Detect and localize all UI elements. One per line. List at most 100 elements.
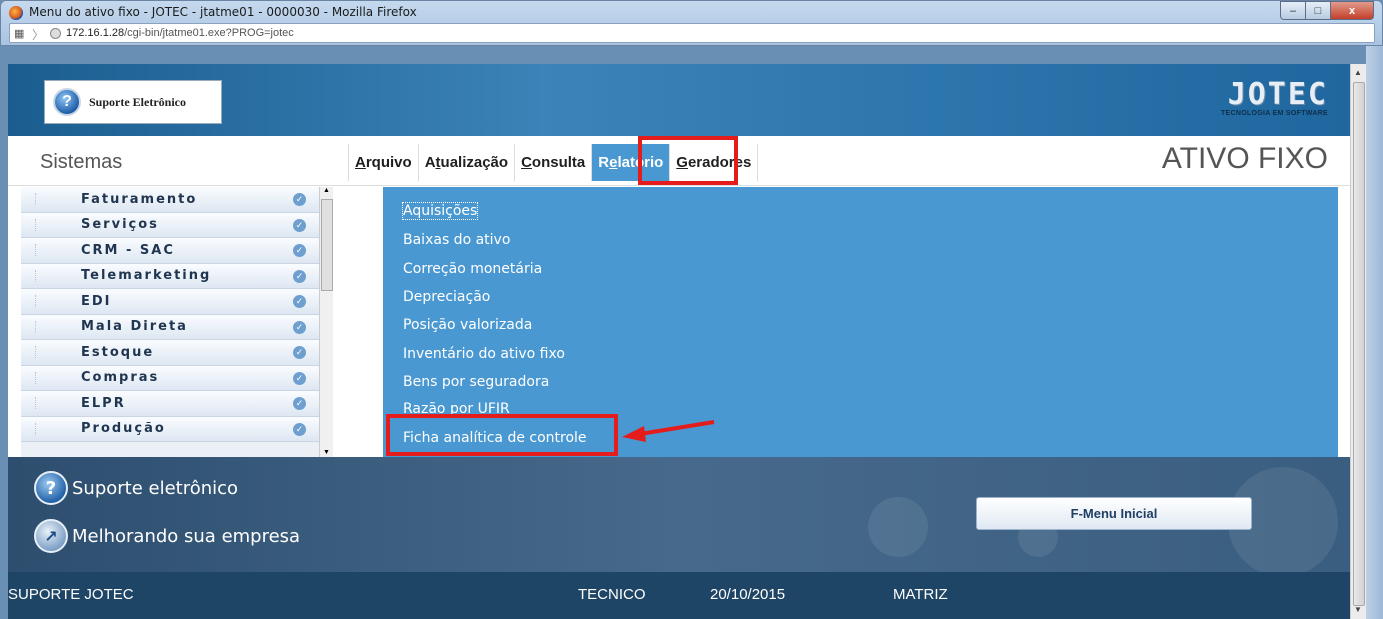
banner-support-line: ? Suporte eletrônico bbox=[34, 471, 238, 505]
page-scrollbar[interactable]: ▲ ▼ bbox=[1350, 64, 1366, 619]
relatorio-highlight-box bbox=[638, 136, 738, 185]
support-button[interactable]: ? Suporte Eletrônico bbox=[44, 80, 222, 124]
system-name: Mala Direta bbox=[81, 319, 188, 335]
check-icon: ✓ bbox=[293, 244, 306, 257]
menu-atualizacao[interactable]: At ualização bbox=[419, 144, 516, 181]
firefox-icon bbox=[9, 6, 23, 20]
check-icon: ✓ bbox=[293, 269, 306, 283]
globe-icon bbox=[50, 28, 61, 39]
systems-scrollbar[interactable]: ▲ ▼ bbox=[319, 187, 333, 457]
menu-option-correcao[interactable]: Correção monetária bbox=[403, 261, 542, 277]
menu-arquivo[interactable]: Arquivo bbox=[348, 144, 419, 181]
check-icon: ✓ bbox=[293, 320, 306, 334]
system-name: ELPR bbox=[81, 395, 126, 411]
systems-list: Faturamento ✓ Serviços ✓ CRM - SAC ✓ Telema… bbox=[21, 187, 321, 457]
system-item-mala-direta[interactable]: Mala Direta ✓ bbox=[21, 314, 321, 340]
menu-option-baixas[interactable]: Baixas do ativo bbox=[403, 232, 510, 248]
red-arrow-icon bbox=[622, 420, 715, 442]
menu-option-bens[interactable]: Bens por seguradora bbox=[403, 374, 549, 390]
menu-arquivo-post: rquivo bbox=[365, 154, 412, 171]
menu-consulta-accel: C bbox=[521, 154, 532, 171]
scroll-thumb[interactable] bbox=[1353, 82, 1365, 606]
check-icon: ✓ bbox=[293, 193, 306, 206]
system-item-edi[interactable]: EDI ✓ bbox=[21, 289, 321, 315]
scroll-up-icon[interactable]: ▲ bbox=[1354, 68, 1362, 77]
status-user: TECNICO bbox=[578, 586, 646, 603]
menu-atualizacao-post: ualização bbox=[440, 154, 509, 171]
grip-icon bbox=[35, 193, 37, 205]
menu-relatorio-pre: R bbox=[598, 154, 610, 171]
check-icon: ✓ bbox=[293, 371, 306, 385]
menu-atualizacao-pre: A bbox=[424, 154, 436, 171]
page-viewport: ? Suporte Eletrônico JOTEC TECNOLOGIA EM… bbox=[8, 64, 1350, 619]
grid-icon[interactable]: ▦ bbox=[14, 27, 24, 40]
system-item-compras[interactable]: Compras ✓ bbox=[21, 365, 321, 391]
grip-icon bbox=[35, 218, 37, 231]
minimize-button[interactable]: – bbox=[1280, 1, 1306, 20]
jotec-logo: JOTEC TECNOLOGIA EM SOFTWARE bbox=[1176, 80, 1328, 124]
grip-icon bbox=[35, 295, 37, 307]
system-item-producao[interactable]: Produção ✓ bbox=[21, 416, 321, 442]
banner-improve-text: Melhorando sua empresa bbox=[72, 525, 301, 547]
help-icon: ? bbox=[34, 471, 68, 505]
menu-relatorio-accel: e bbox=[609, 154, 618, 171]
system-name: EDI bbox=[81, 293, 112, 309]
status-date: 20/10/2015 bbox=[710, 586, 786, 603]
ficha-highlight-box bbox=[386, 414, 618, 456]
menu-arquivo-accel: A bbox=[355, 154, 366, 171]
header-band: ? Suporte Eletrônico JOTEC TECNOLOGIA EM… bbox=[8, 64, 1350, 136]
check-icon: ✓ bbox=[293, 218, 306, 232]
close-button[interactable]: x bbox=[1330, 1, 1374, 20]
scroll-down-icon[interactable]: ▼ bbox=[323, 449, 330, 456]
grip-icon bbox=[35, 320, 37, 333]
grip-icon bbox=[35, 244, 37, 256]
grip-icon bbox=[35, 371, 37, 384]
system-name: CRM - SAC bbox=[81, 242, 175, 258]
status-branch: MATRIZ bbox=[893, 586, 948, 603]
system-name: Compras bbox=[81, 370, 160, 386]
system-item-elpr[interactable]: ELPR ✓ bbox=[21, 391, 321, 417]
bottom-banner: ? Suporte eletrônico ↗ Melhorando sua em… bbox=[8, 457, 1350, 572]
maximize-button[interactable]: □ bbox=[1305, 1, 1331, 20]
scroll-up-icon[interactable]: ▲ bbox=[323, 187, 330, 194]
banner-improve-line: ↗ Melhorando sua empresa bbox=[34, 519, 300, 553]
system-item-telemarketing[interactable]: Telemarketing ✓ bbox=[21, 263, 321, 289]
system-name: Telemarketing bbox=[81, 268, 212, 284]
status-bar: SUPORTE JOTEC TECNICO 20/10/2015 MATRIZ bbox=[8, 572, 1350, 619]
menu-option-depreciacao[interactable]: Depreciação bbox=[403, 289, 490, 305]
menu-option-posicao[interactable]: Posição valorizada bbox=[403, 317, 532, 333]
menu-consulta[interactable]: Consulta bbox=[515, 144, 593, 181]
check-icon: ✓ bbox=[293, 397, 306, 410]
window-frame-right bbox=[1366, 46, 1383, 619]
menu-option-aquisicoes[interactable]: Aquisições bbox=[401, 202, 479, 220]
system-item-estoque[interactable]: Estoque ✓ bbox=[21, 340, 321, 366]
grip-icon bbox=[35, 269, 37, 282]
system-name: Estoque bbox=[81, 344, 155, 360]
decor-circle bbox=[868, 497, 928, 557]
check-icon: ✓ bbox=[293, 295, 306, 308]
chevron-right-icon: 〉 bbox=[32, 28, 45, 42]
help-icon: ? bbox=[53, 88, 81, 116]
browser-titlebar: Menu do ativo fixo - JOTEC - jtatme01 - … bbox=[0, 0, 1383, 46]
check-icon: ✓ bbox=[293, 422, 306, 436]
sistemas-heading: Sistemas bbox=[40, 151, 123, 173]
url-host: 172.16.1.28 bbox=[66, 27, 125, 39]
system-item-servicos[interactable]: Serviços ✓ bbox=[21, 212, 321, 238]
system-item-crm-sac[interactable]: CRM - SAC ✓ bbox=[21, 238, 321, 264]
menu-option-inventario[interactable]: Inventário do ativo fixo bbox=[403, 346, 565, 362]
grip-icon bbox=[35, 422, 37, 435]
scroll-down-icon[interactable]: ▼ bbox=[1354, 605, 1362, 614]
status-company: SUPORTE JOTEC bbox=[8, 586, 134, 603]
url-text[interactable]: 172.16.1.28/cgi-bin/jtatme01.exe?PROG=jo… bbox=[66, 27, 294, 39]
system-name: Produção bbox=[81, 421, 166, 437]
window-controls: – □ x bbox=[1280, 1, 1374, 21]
url-bar[interactable]: ▦ 〉 172.16.1.28/cgi-bin/jtatme01.exe?PRO… bbox=[9, 23, 1375, 43]
system-item-faturamento[interactable]: Faturamento ✓ bbox=[21, 187, 321, 213]
module-title: ATIVO FIXO bbox=[1161, 142, 1328, 175]
grip-icon bbox=[35, 397, 37, 409]
url-path: /cgi-bin/jtatme01.exe?PROG=jotec bbox=[124, 27, 294, 39]
support-button-label: Suporte Eletrônico bbox=[89, 94, 186, 109]
window-title: Menu do ativo fixo - JOTEC - jtatme01 - … bbox=[29, 5, 417, 19]
scroll-thumb[interactable] bbox=[321, 199, 333, 291]
f-menu-inicial-button[interactable]: F-Menu Inicial bbox=[976, 497, 1252, 530]
